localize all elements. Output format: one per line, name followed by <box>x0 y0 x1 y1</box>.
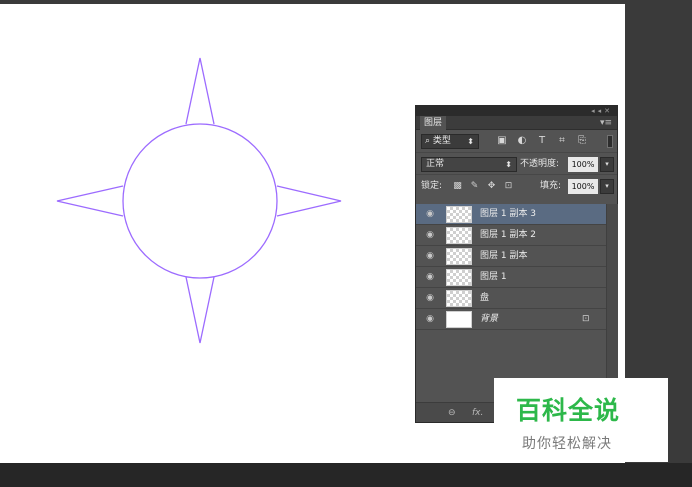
layer-thumbnail <box>446 290 472 307</box>
lock-all-icon[interactable]: ⊡ <box>503 180 514 192</box>
smart-object-filter-icon[interactable]: ⎘ <box>576 135 588 147</box>
eye-icon[interactable]: ◉ <box>424 209 436 219</box>
eye-icon[interactable]: ◉ <box>424 251 436 261</box>
blend-mode-value: 正常 <box>426 159 445 169</box>
shape-filter-icon[interactable]: ⌗ <box>556 135 568 147</box>
compass-spike-bottom <box>185 276 215 344</box>
compass-circle <box>122 123 278 279</box>
layers-panel: ◂◂✕ 图层 ▾≡ ⌕ 类型 ⬍ ▣ ◐ T ⌗ ⎘ 正常 ⬍ 不透明度: 10 <box>415 105 618 423</box>
panel-tab-row: 图层 ▾≡ <box>416 116 617 130</box>
photoshop-workspace: ◂◂✕ 图层 ▾≡ ⌕ 类型 ⬍ ▣ ◐ T ⌗ ⎘ 正常 ⬍ 不透明度: 10 <box>0 0 692 487</box>
watermark-title: 百科全说 <box>516 396 621 425</box>
layer-name: 图层 1 <box>480 272 507 282</box>
panel-window-controls: ◂◂✕ <box>591 106 613 116</box>
layer-name: 背景 <box>480 314 499 324</box>
eye-icon[interactable]: ◉ <box>424 293 436 303</box>
layer-thumbnail <box>446 248 472 265</box>
layer-row[interactable]: ◉ 图层 1 副本 <box>416 246 606 267</box>
fill-dropdown-button[interactable]: ▾ <box>600 179 614 194</box>
watermark-subtitle: 助你轻松解决 <box>522 436 612 452</box>
status-bar <box>0 463 692 487</box>
lock-icon: ⊡ <box>582 314 590 324</box>
layer-thumbnail <box>446 311 472 328</box>
blend-row: 正常 ⬍ 不透明度: 100% ▾ <box>416 152 617 174</box>
layer-thumbnail <box>446 227 472 244</box>
layer-row[interactable]: ◉ 图层 1 副本 2 <box>416 225 606 246</box>
type-filter-icon[interactable]: T <box>536 135 548 147</box>
compass-spike-top <box>185 57 215 125</box>
eye-icon[interactable]: ◉ <box>424 272 436 282</box>
layer-list-scrollbar[interactable] <box>606 204 618 394</box>
close-icon[interactable]: ✕ <box>604 107 613 115</box>
opacity-input[interactable]: 100% <box>568 157 598 172</box>
lock-transparent-icon[interactable]: ▩ <box>452 180 463 192</box>
layer-row-background[interactable]: ◉ 背景 ⊡ <box>416 309 606 330</box>
opacity-label: 不透明度: <box>520 159 560 169</box>
stepper-arrows-icon: ⬍ <box>505 160 512 169</box>
search-icon: ⌕ <box>425 136 433 146</box>
compass-spike-left <box>56 185 124 217</box>
layer-name: 图层 1 副本 3 <box>480 209 537 219</box>
lock-position-icon[interactable]: ✥ <box>486 180 497 192</box>
eye-icon[interactable]: ◉ <box>424 230 436 240</box>
eye-icon[interactable]: ◉ <box>424 314 436 324</box>
layer-row[interactable]: ◉ 图层 1 <box>416 267 606 288</box>
filter-kind-select[interactable]: ⌕ 类型 ⬍ <box>421 134 479 149</box>
lock-image-icon[interactable]: ✎ <box>469 180 480 192</box>
lock-label: 锁定: <box>421 181 443 191</box>
layer-row[interactable]: ◉ 图层 1 副本 3 <box>416 204 606 225</box>
filter-toggle-switch[interactable] <box>607 135 613 148</box>
adjustment-filter-icon[interactable]: ◐ <box>516 135 528 147</box>
stepper-arrows-icon: ⬍ <box>467 137 474 146</box>
tab-layers[interactable]: 图层 <box>420 116 447 130</box>
filter-row: ⌕ 类型 ⬍ ▣ ◐ T ⌗ ⎘ <box>416 130 617 152</box>
image-filter-icon[interactable]: ▣ <box>496 135 508 147</box>
fill-input[interactable]: 100% <box>568 179 598 194</box>
layer-name: 图层 1 副本 <box>480 251 528 261</box>
compass-spike-right <box>276 185 342 217</box>
panel-menu-icon[interactable]: ▾≡ <box>600 117 612 129</box>
layer-name: 图层 1 副本 2 <box>480 230 537 240</box>
layer-name: 盘 <box>480 293 490 303</box>
fill-label: 填充: <box>540 181 562 191</box>
lock-row: 锁定: ▩ ✎ ✥ ⊡ 填充: 100% ▾ <box>416 174 617 196</box>
layer-thumbnail <box>446 269 472 286</box>
opacity-dropdown-button[interactable]: ▾ <box>600 157 614 172</box>
panel-titlebar[interactable]: ◂◂✕ <box>416 106 617 116</box>
top-bar <box>0 0 625 4</box>
layer-thumbnail <box>446 206 472 223</box>
double-arrow-icon[interactable]: ◂◂ <box>591 107 604 115</box>
fx-button[interactable]: fx. <box>472 406 483 420</box>
link-icon[interactable]: ⊖ <box>448 406 456 420</box>
layer-list: ◉ 图层 1 副本 3 ◉ 图层 1 副本 2 ◉ 图层 1 副本 ◉ 图层 1… <box>416 204 606 330</box>
watermark: 百科全说 助你轻松解决 <box>494 378 668 462</box>
filter-kind-label: 类型 <box>432 136 451 146</box>
blend-mode-select[interactable]: 正常 ⬍ <box>421 157 517 172</box>
layer-row[interactable]: ◉ 盘 <box>416 288 606 309</box>
